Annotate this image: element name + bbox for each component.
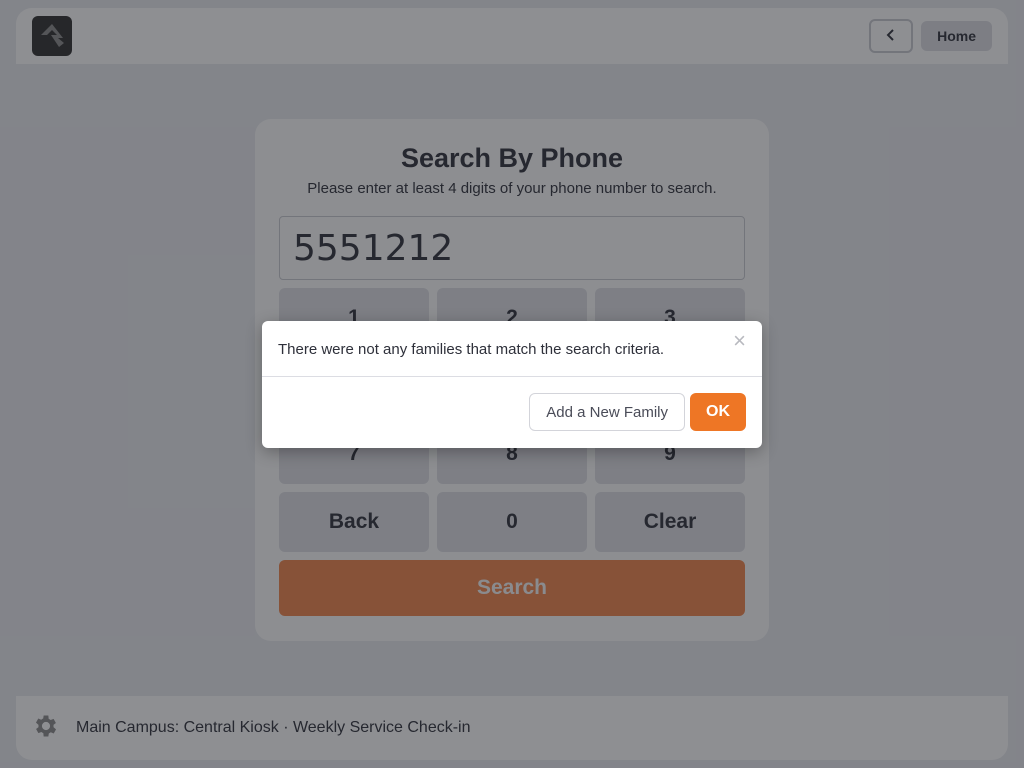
add-new-family-button[interactable]: Add a New Family xyxy=(529,393,685,431)
modal-footer: Add a New Family OK xyxy=(262,377,762,447)
close-icon[interactable]: × xyxy=(733,330,746,352)
no-results-modal: There were not any families that match t… xyxy=(262,321,762,448)
modal-body: There were not any families that match t… xyxy=(262,321,762,377)
modal-message: There were not any families that match t… xyxy=(278,340,665,358)
ok-button[interactable]: OK xyxy=(690,393,746,431)
